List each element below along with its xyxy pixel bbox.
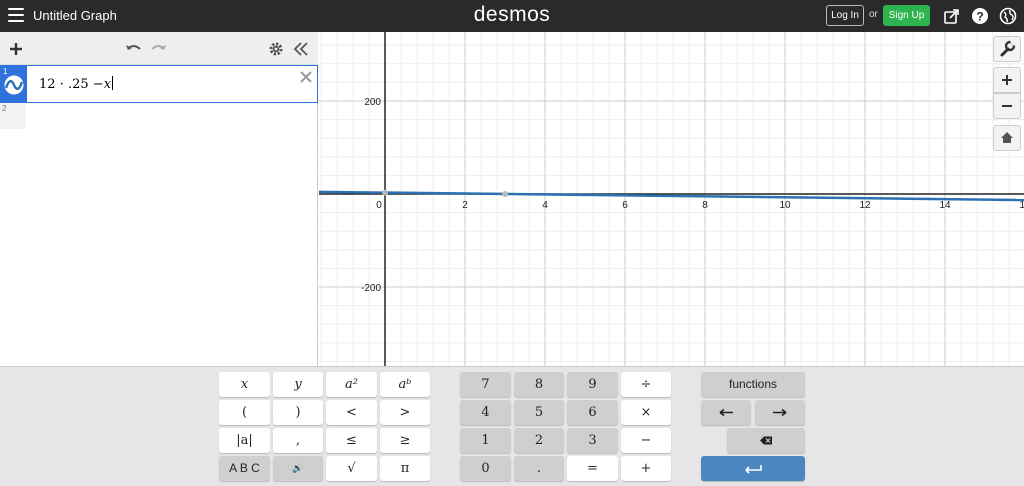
graph-title[interactable]: Untitled Graph <box>33 8 117 23</box>
key-minus[interactable]: − <box>621 428 671 453</box>
zoom-in-button[interactable] <box>993 67 1021 93</box>
undo-icon[interactable] <box>124 40 142 58</box>
x-tick-label: 2 <box>462 200 468 211</box>
text-caret <box>112 76 114 90</box>
x-tick-label: 4 <box>542 200 548 211</box>
x-tick-label: 8 <box>702 200 708 211</box>
key-open-paren[interactable]: ( <box>219 400 270 425</box>
key-plus[interactable]: + <box>621 456 671 481</box>
redo-icon[interactable] <box>150 40 168 58</box>
expression-list: 1 12 · .25 −x 2 <box>0 32 318 398</box>
key-audio-icon[interactable]: 🔊 <box>273 456 323 481</box>
log-in-button[interactable]: Log In <box>826 5 864 26</box>
key-abc-toggle[interactable]: A B C <box>219 456 270 481</box>
svg-text:?: ? <box>976 10 983 24</box>
key-7[interactable]: 7 <box>460 372 511 397</box>
key-1[interactable]: 1 <box>460 428 511 453</box>
delete-expression-icon[interactable] <box>299 70 313 84</box>
math-keypad: x y a² aᵇ ( ) < > |a| , ≤ ≥ A B C 🔊 √ π … <box>0 366 1024 486</box>
sign-up-button[interactable]: Sign Up <box>883 5 930 26</box>
key-divide[interactable]: ÷ <box>621 372 671 397</box>
expression-index: 2 <box>2 104 7 113</box>
expression-gutter[interactable]: 1 <box>1 66 27 102</box>
expression-math-input[interactable]: 12 · .25 −x <box>39 76 114 92</box>
wrench-icon <box>1000 39 1017 57</box>
x-tick-label: 0 <box>376 200 382 211</box>
intercept-point[interactable] <box>382 189 388 196</box>
x-tick-label: 14 <box>939 200 951 211</box>
zoom-out-button[interactable] <box>993 93 1021 119</box>
key-equals[interactable]: = <box>567 456 618 481</box>
share-icon[interactable] <box>943 7 961 25</box>
hamburger-menu-icon[interactable] <box>8 8 24 24</box>
backspace-icon <box>760 436 772 445</box>
key-a-power-b[interactable]: aᵇ <box>380 372 430 397</box>
key-absolute-value[interactable]: |a| <box>219 428 270 453</box>
graph-canvas[interactable]: 0 2 4 6 8 10 12 14 16 200 -200 <box>319 32 1024 366</box>
key-y[interactable]: y <box>273 372 323 397</box>
zoom-out-icon <box>1002 105 1012 107</box>
key-4[interactable]: 4 <box>460 400 511 425</box>
key-x[interactable]: x <box>219 372 270 397</box>
curve-line[interactable] <box>319 190 1024 202</box>
key-enter[interactable] <box>701 456 805 481</box>
settings-gear-icon[interactable] <box>267 40 285 58</box>
key-close-paren[interactable]: ) <box>273 400 323 425</box>
expression-gutter[interactable]: 2 <box>0 103 26 129</box>
key-3[interactable]: 3 <box>567 428 618 453</box>
x-tick-label: 6 <box>622 200 628 211</box>
graph-settings-button[interactable] <box>993 36 1021 62</box>
or-label: or <box>869 9 878 20</box>
zoom-in-icon <box>1002 75 1012 85</box>
key-0[interactable]: 0 <box>460 456 511 481</box>
key-cursor-right[interactable] <box>755 400 805 425</box>
collapse-panel-icon[interactable] <box>292 40 310 58</box>
expression-row-2[interactable]: 2 <box>0 103 318 129</box>
key-pi[interactable]: π <box>380 456 430 481</box>
key-9[interactable]: 9 <box>567 372 618 397</box>
x-tick-label: 16 <box>1019 200 1024 211</box>
default-viewport-button[interactable] <box>993 125 1021 151</box>
graph-paper[interactable]: 0 2 4 6 8 10 12 14 16 200 -200 <box>319 32 1024 366</box>
arrow-right-icon <box>773 408 787 417</box>
x-tick-label: 10 <box>779 200 791 211</box>
help-icon[interactable]: ? <box>971 7 989 25</box>
key-backspace[interactable] <box>727 428 805 453</box>
arrow-left-icon <box>719 408 733 417</box>
key-square-root[interactable]: √ <box>326 456 377 481</box>
key-cursor-left[interactable] <box>701 400 751 425</box>
key-decimal[interactable]: . <box>514 456 564 481</box>
key-6[interactable]: 6 <box>567 400 618 425</box>
top-bar: Untitled Graph desmos Log In or Sign Up … <box>0 0 1024 32</box>
key-comma[interactable]: , <box>273 428 323 453</box>
expression-toolbar <box>0 32 318 65</box>
globe-icon[interactable] <box>999 7 1017 25</box>
key-5[interactable]: 5 <box>514 400 564 425</box>
curve-style-icon[interactable] <box>2 75 26 95</box>
key-greater-than[interactable]: > <box>380 400 430 425</box>
home-icon <box>1001 132 1013 143</box>
x-tick-label: 12 <box>859 200 871 211</box>
key-8[interactable]: 8 <box>514 372 564 397</box>
key-2[interactable]: 2 <box>514 428 564 453</box>
y-tick-label: -200 <box>361 283 381 294</box>
enter-icon <box>745 465 762 474</box>
functions-menu-button[interactable]: functions <box>701 372 805 397</box>
key-less-equal[interactable]: ≤ <box>326 428 377 453</box>
intercept-point[interactable] <box>502 191 508 197</box>
key-greater-equal[interactable]: ≥ <box>380 428 430 453</box>
key-multiply[interactable]: × <box>621 400 671 425</box>
key-less-than[interactable]: < <box>326 400 377 425</box>
key-a-squared[interactable]: a² <box>326 372 377 397</box>
expression-row-1[interactable]: 1 12 · .25 −x <box>0 65 318 103</box>
add-icon[interactable] <box>7 40 25 58</box>
y-tick-label: 200 <box>364 97 381 108</box>
